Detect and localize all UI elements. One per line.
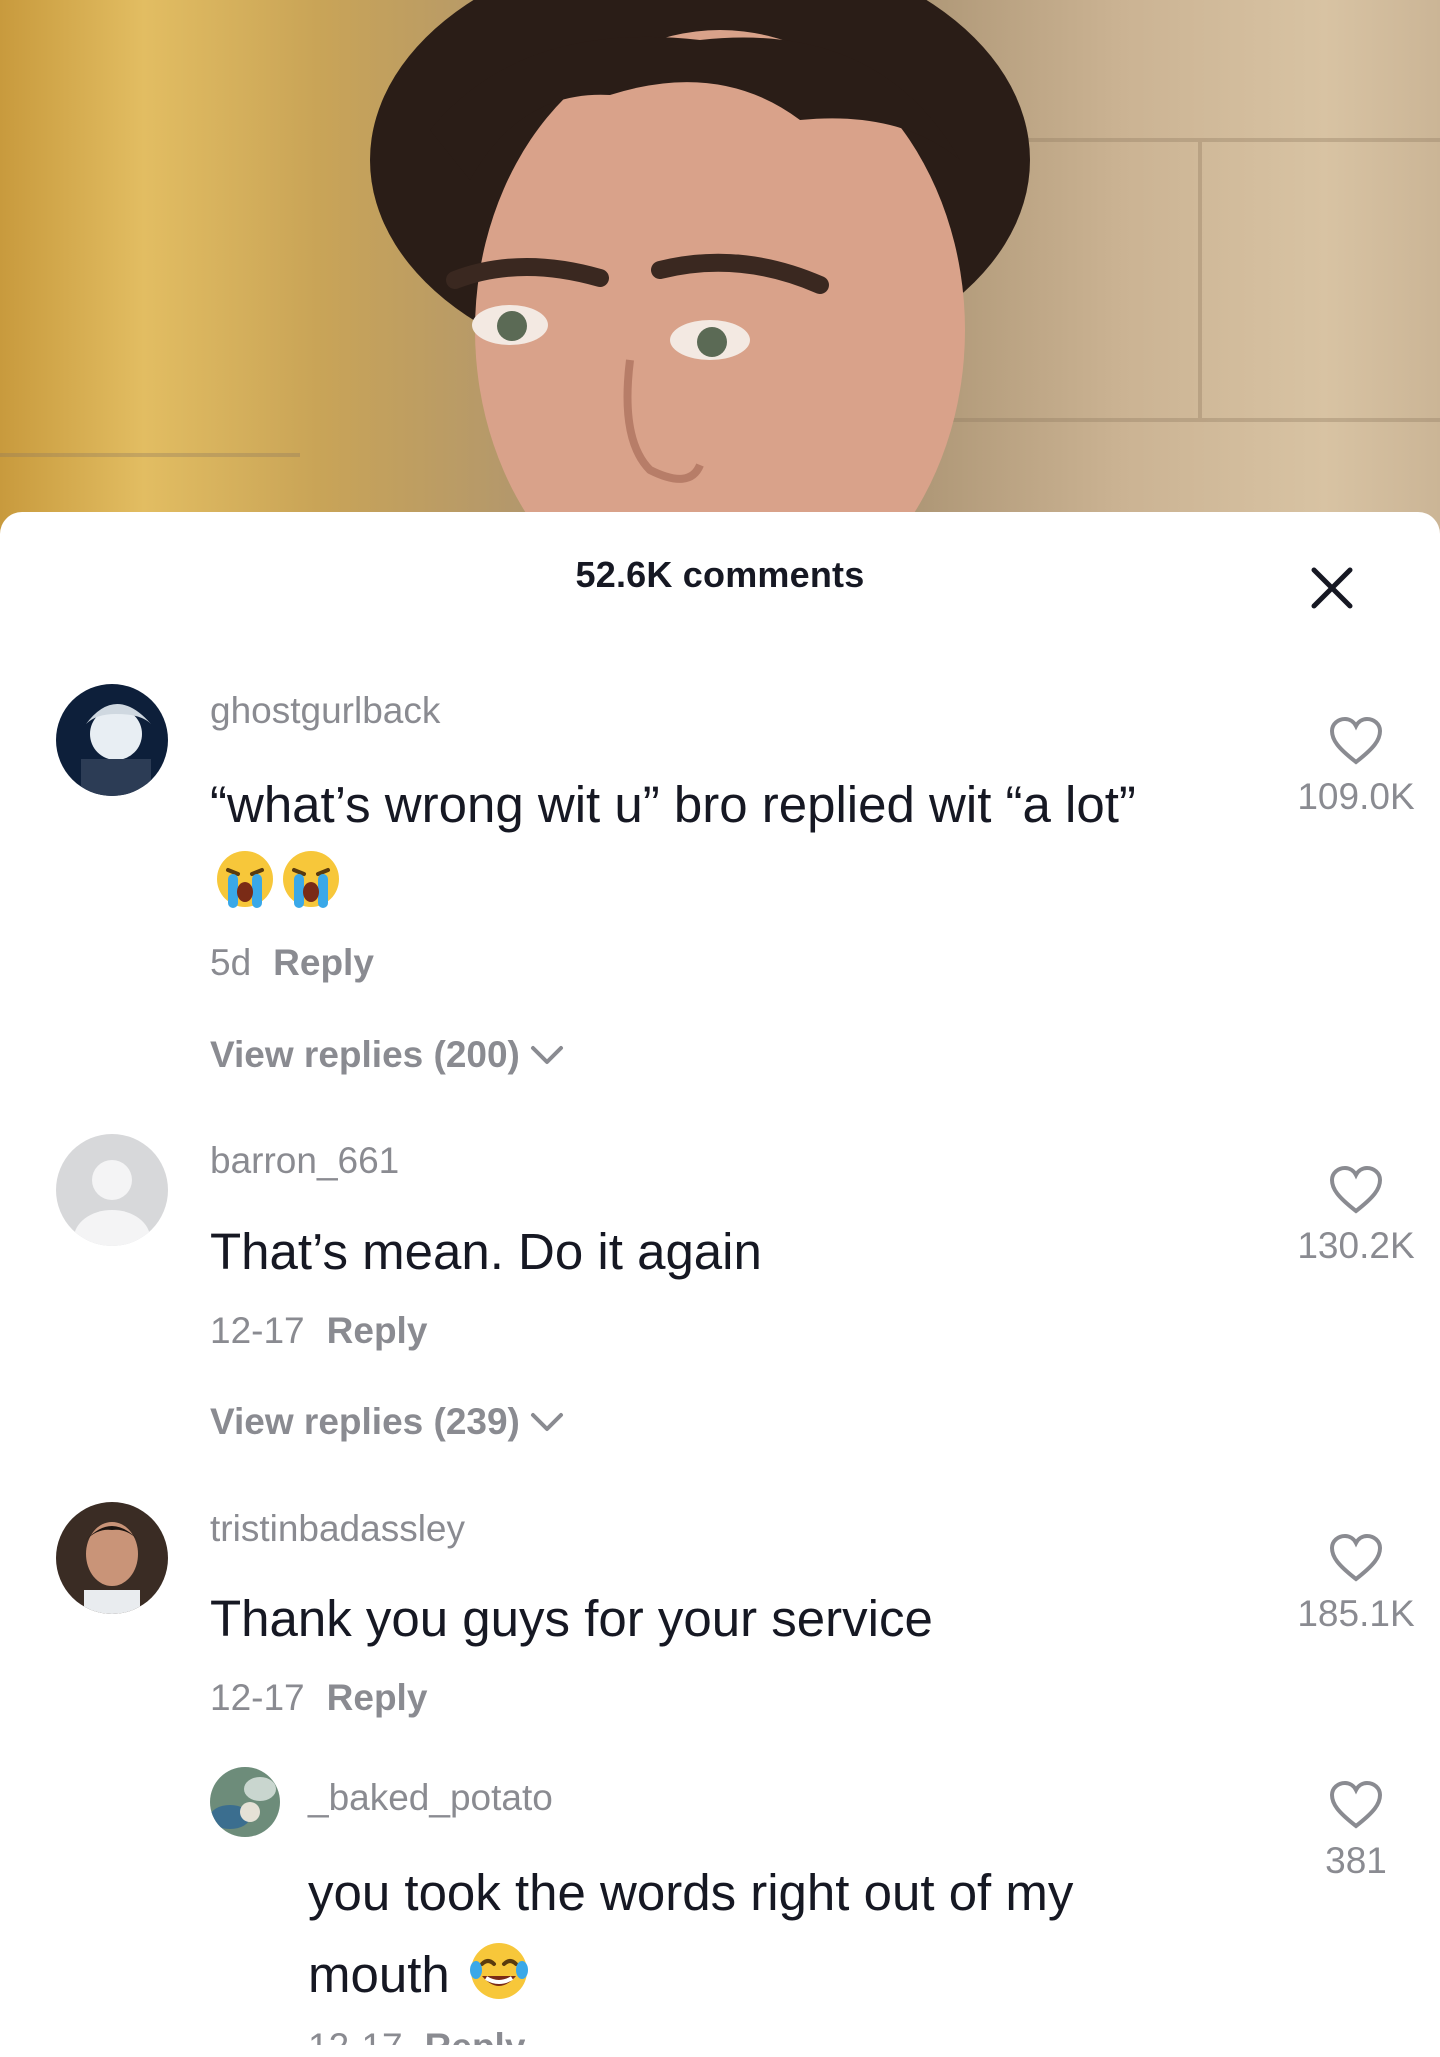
comment-date: 12-17 bbox=[210, 1677, 305, 1718]
chevron-down-icon bbox=[530, 1413, 563, 1431]
like-control: 109.0K bbox=[1276, 716, 1436, 818]
comment-text: Thank you guys for your service bbox=[210, 1590, 933, 1647]
comment-username[interactable]: barron_661 bbox=[210, 1140, 399, 1182]
chevron-down-icon bbox=[530, 1046, 563, 1064]
loudly-crying-face-icon bbox=[283, 851, 339, 908]
comment-date: 5d bbox=[210, 942, 252, 983]
video-frame bbox=[0, 0, 1440, 540]
face-with-tears-of-joy-icon bbox=[469, 1943, 528, 1999]
view-replies-label: View replies (239) bbox=[210, 1401, 520, 1442]
avatar[interactable] bbox=[56, 1134, 168, 1246]
avatar[interactable] bbox=[210, 1767, 280, 1837]
avatar[interactable] bbox=[56, 1502, 168, 1614]
heart-icon[interactable] bbox=[1328, 1780, 1384, 1830]
avatar[interactable] bbox=[56, 684, 168, 796]
heart-icon[interactable] bbox=[1328, 1533, 1384, 1583]
comment-meta: 5d Reply bbox=[210, 942, 374, 984]
comment-meta: 12-17 Reply bbox=[210, 1677, 427, 1719]
comment-text-content: “what’s wrong wit u” bro replied wit “a … bbox=[210, 776, 1136, 833]
like-control: 130.2K bbox=[1276, 1165, 1436, 1267]
reply-button[interactable]: Reply bbox=[327, 1310, 428, 1351]
like-count: 381 bbox=[1325, 1840, 1387, 1881]
view-replies-button[interactable]: View replies (200) bbox=[210, 1034, 564, 1076]
video-person-image bbox=[0, 0, 1440, 540]
view-replies-button[interactable]: View replies (239) bbox=[210, 1401, 564, 1443]
like-count: 185.1K bbox=[1297, 1593, 1415, 1634]
heart-icon[interactable] bbox=[1328, 1165, 1384, 1215]
comment-date: 12-17 bbox=[210, 1310, 305, 1351]
like-count: 130.2K bbox=[1297, 1225, 1415, 1266]
reply-text: you took the words right out of my mouth bbox=[308, 1852, 1208, 2016]
reply-meta: 12-17 Reply bbox=[308, 2025, 525, 2045]
like-control: 381 bbox=[1276, 1780, 1436, 1882]
like-control: 185.1K bbox=[1276, 1533, 1436, 1635]
reply-button[interactable]: Reply bbox=[327, 1677, 428, 1718]
close-button[interactable] bbox=[1300, 556, 1364, 620]
loudly-crying-face-icon bbox=[217, 851, 273, 908]
reply-date: 12-17 bbox=[308, 2026, 403, 2045]
comment-username[interactable]: tristinbadassley bbox=[210, 1508, 465, 1550]
close-icon bbox=[1311, 567, 1353, 609]
comment-count-title: 52.6K comments bbox=[575, 554, 865, 595]
comment-text: That’s mean. Do it again bbox=[210, 1223, 762, 1280]
comment-text: “what’s wrong wit u” bro replied wit “a … bbox=[210, 766, 1210, 922]
view-replies-label: View replies (200) bbox=[210, 1034, 520, 1075]
reply-button[interactable]: Reply bbox=[425, 2026, 526, 2045]
heart-icon[interactable] bbox=[1328, 716, 1384, 766]
like-count: 109.0K bbox=[1297, 776, 1415, 817]
comment-username[interactable]: ghostgurlback bbox=[210, 690, 440, 732]
reply-button[interactable]: Reply bbox=[273, 942, 374, 983]
reply-text-content: you took the words right out of my mouth bbox=[308, 1864, 1074, 2003]
reply-username[interactable]: _baked_potato bbox=[308, 1777, 553, 1819]
comment-meta: 12-17 Reply bbox=[210, 1310, 427, 1352]
